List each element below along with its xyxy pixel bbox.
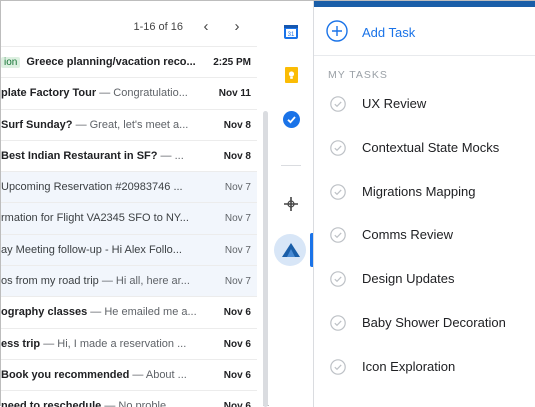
check-circle-icon[interactable] (330, 183, 346, 200)
tasks-icon[interactable] (279, 107, 303, 131)
email-row[interactable]: os from my road trip — Hi all, here ar..… (1, 265, 257, 297)
email-snippet: — ... (157, 149, 184, 162)
email-subject-line: ess trip — Hi, I made a reservation ... (1, 338, 199, 350)
email-snippet: — About ... (129, 368, 187, 381)
check-circle-icon[interactable] (330, 139, 346, 156)
email-subject: Upcoming Reservation #20983746 ... (1, 181, 183, 194)
email-subject: rmation for Flight VA2345 SFO to NY... (1, 212, 189, 225)
task-item[interactable]: Comms Review (314, 220, 535, 250)
email-subject-line: os from my road trip — Hi all, here ar..… (1, 275, 199, 287)
email-date: Nov 7 (224, 213, 251, 225)
task-list-title: MY TASKS (328, 69, 388, 81)
email-row[interactable]: plate Factory Tour — Congratulatio... Nov… (1, 77, 257, 108)
svg-text:31: 31 (288, 32, 295, 38)
task-item[interactable]: Icon Exploration (314, 352, 535, 382)
email-snippet: — Hi, I made a reservation ... (40, 337, 187, 350)
email-subject: Surf Sunday? (1, 118, 73, 131)
email-subject-line: Best Indian Restaurant in SF? — ... (1, 150, 199, 162)
email-subject-line: Surf Sunday? — Great, let's meet a... (1, 119, 199, 131)
chevron-right-icon[interactable]: › (225, 15, 249, 39)
check-circle-icon[interactable] (330, 358, 346, 375)
email-row[interactable]: need to reschedule — No proble... Nov 6 (1, 390, 257, 407)
tasks-panel: Add Task MY TASKS UX Review Contextual St… (313, 1, 535, 407)
email-date: 2:25 PM (213, 57, 251, 68)
email-date: Nov 6 (223, 401, 251, 407)
email-subject-line: ography classes — He emailed me a... (1, 306, 199, 318)
check-circle-icon[interactable] (330, 96, 346, 112)
email-row[interactable]: ess trip — Hi, I made a reservation ... N… (1, 327, 257, 359)
pagination-range: 1-16 of 16 (133, 21, 183, 33)
task-item[interactable]: Contextual State Mocks (314, 133, 535, 163)
email-row[interactable]: ay Meeting follow-up - Hi Alex Follo... N… (1, 233, 257, 266)
email-date: Nov 7 (224, 244, 251, 256)
task-item[interactable]: UX Review (314, 89, 535, 119)
email-subject-line: ion Greece planning/vacation reco... (1, 56, 199, 68)
email-date: Nov 11 (218, 88, 251, 100)
email-subject-line: Upcoming Reservation #20983746 ... (1, 181, 199, 193)
email-date: Nov 6 (223, 369, 251, 381)
email-subject-line: ay Meeting follow-up - Hi Alex Follo... (1, 244, 199, 256)
email-subject-line: plate Factory Tour — Congratulatio... (1, 87, 199, 99)
email-subject: Book you recommended (1, 368, 130, 381)
email-date: Nov 6 (223, 338, 251, 350)
task-title: Baby Shower Decoration (362, 315, 506, 330)
email-date: Nov 8 (223, 119, 251, 131)
email-date: Nov 8 (223, 150, 251, 162)
email-subject: ess trip (1, 337, 41, 350)
add-task-label: Add Task (362, 25, 416, 40)
email-row[interactable]: ography classes — He emailed me a... Nov … (1, 296, 257, 327)
task-title: Migrations Mapping (362, 183, 476, 199)
active-addon-icon[interactable] (279, 238, 303, 262)
rail-divider (281, 165, 301, 166)
check-circle-icon[interactable] (330, 227, 346, 244)
email-subject: os from my road trip (1, 275, 99, 288)
email-row[interactable]: Best Indian Restaurant in SF? — ... Nov 8 (1, 139, 257, 171)
email-snippet: — Hi all, here ar... (98, 275, 190, 288)
task-item[interactable]: Design Updates (314, 264, 535, 294)
email-snippet: — Congratulatio... (96, 87, 188, 100)
email-snippet: — He emailed me a... (87, 306, 197, 319)
email-row[interactable]: Surf Sunday? — Great, let's meet a... Nov… (1, 108, 257, 140)
calendar-icon[interactable]: 31 (279, 19, 303, 43)
keep-notes-icon[interactable] (279, 63, 303, 87)
side-panel-rail: 31 (269, 1, 313, 407)
tasks-header-bar (314, 1, 535, 7)
mail-scrollbar[interactable] (263, 111, 268, 407)
add-addon-icon[interactable] (279, 192, 303, 216)
email-row[interactable]: ion Greece planning/vacation reco... 2:25 … (1, 46, 257, 77)
email-snippet: — Great, let's meet a... (72, 118, 189, 131)
task-title: Icon Exploration (362, 358, 456, 374)
add-task-button[interactable]: Add Task (314, 15, 535, 51)
mail-list-pane: 1-16 of 16 ‹ › ion Greece planning/vacati… (1, 1, 263, 407)
email-subject: ography classes (1, 306, 88, 319)
task-item[interactable]: Baby Shower Decoration (314, 308, 535, 338)
email-list: ion Greece planning/vacation reco... 2:25 … (1, 46, 257, 407)
task-title: Design Updates (362, 271, 455, 287)
email-date: Nov 7 (224, 276, 251, 288)
email-row[interactable]: rmation for Flight VA2345 SFO to NY... No… (1, 202, 257, 234)
tasks-divider (314, 55, 535, 56)
task-title: Comms Review (362, 227, 454, 243)
pagination-bar: 1-16 of 16 ‹ › (1, 1, 263, 45)
email-subject: plate Factory Tour (1, 87, 97, 100)
email-row[interactable]: Upcoming Reservation #20983746 ... Nov 7 (1, 171, 257, 203)
add-circle-icon (326, 20, 348, 42)
email-subject: Greece planning/vacation reco... (26, 56, 196, 68)
email-date: Nov 7 (224, 182, 251, 194)
email-subject-line: Book you recommended — About ... (1, 369, 199, 381)
email-label-chip: ion (1, 57, 21, 68)
check-circle-icon[interactable] (330, 271, 346, 287)
email-row[interactable]: Book you recommended — About ... Nov 6 (1, 358, 257, 390)
task-title: UX Review (362, 96, 427, 111)
task-item[interactable]: Migrations Mapping (314, 177, 535, 207)
task-title: Contextual State Mocks (362, 139, 500, 155)
email-subject: Best Indian Restaurant in SF? (1, 149, 158, 162)
check-circle-icon[interactable] (330, 315, 346, 331)
chevron-left-icon[interactable]: ‹ (194, 15, 218, 39)
email-date: Nov 6 (223, 307, 251, 319)
email-subject-line: rmation for Flight VA2345 SFO to NY... (1, 212, 199, 224)
email-subject: ay Meeting follow-up - Hi Alex Follo... (1, 243, 182, 256)
